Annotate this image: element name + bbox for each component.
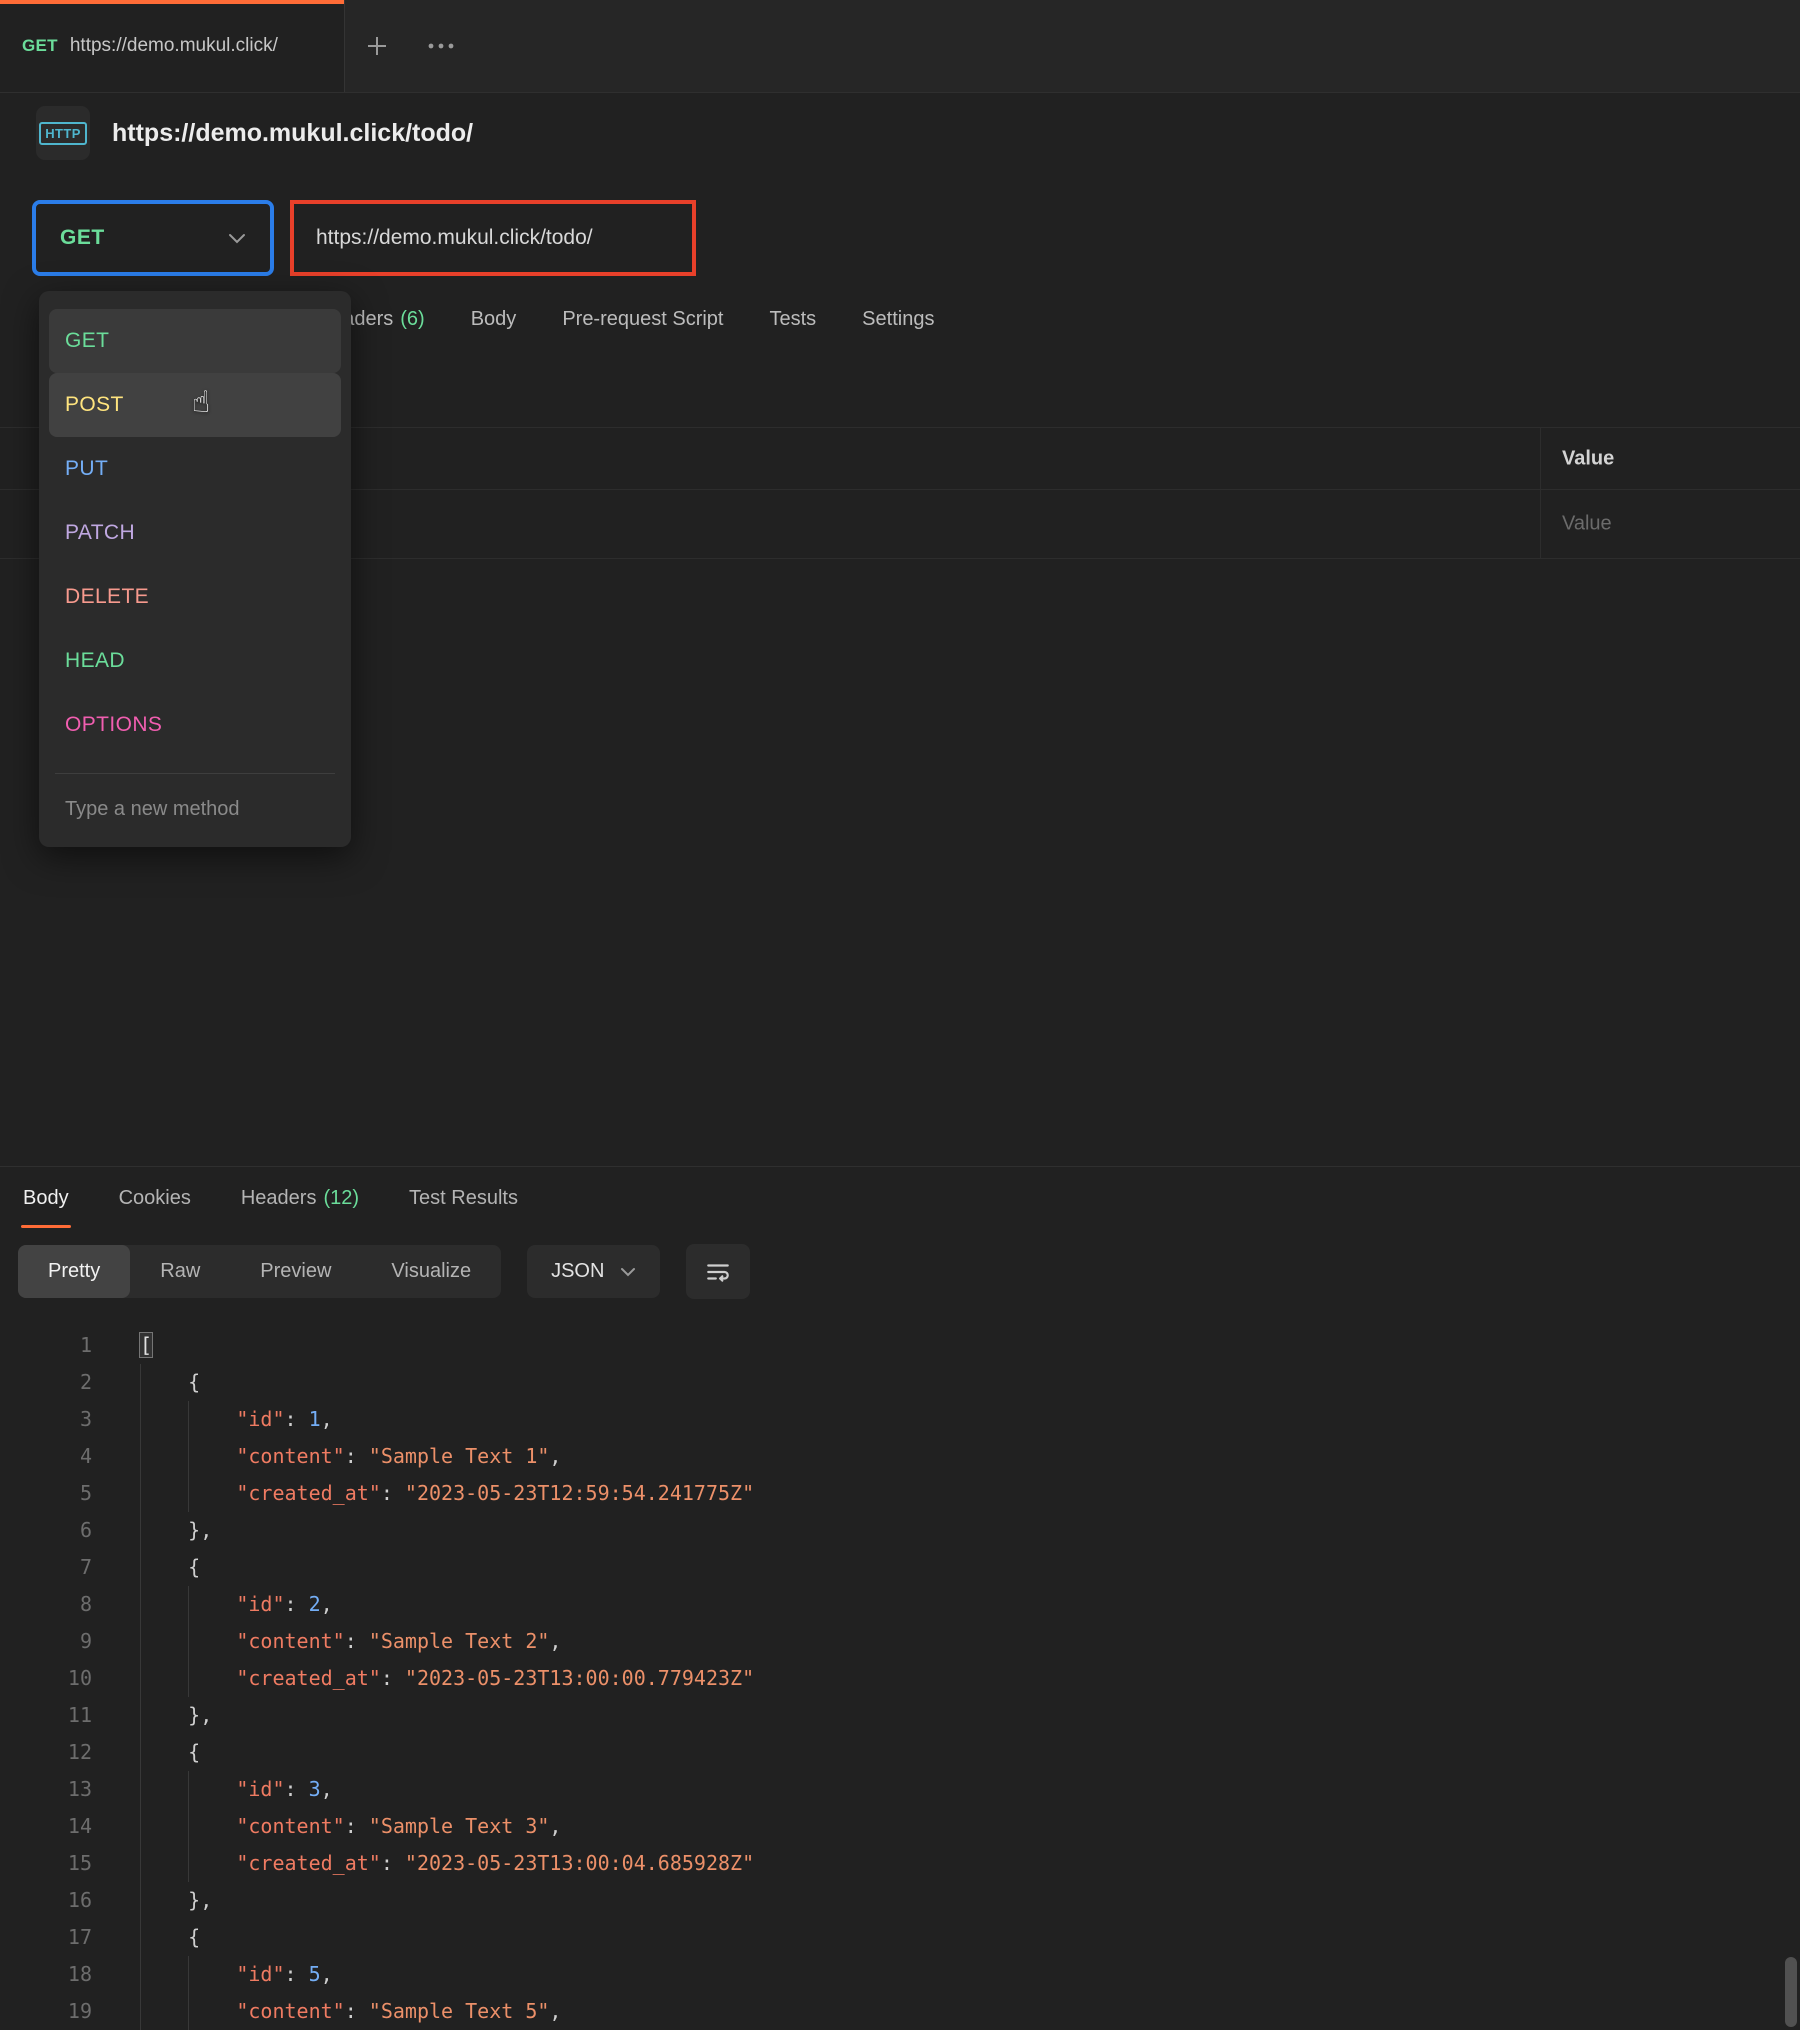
- view-mode-visualize[interactable]: Visualize: [361, 1245, 501, 1298]
- method-option-post[interactable]: POST☝: [49, 373, 341, 437]
- url-field-wrap: [290, 200, 1768, 276]
- code-line: 3 "id": 1,: [0, 1401, 1800, 1438]
- code-line: 18 "id": 5,: [0, 1956, 1800, 1993]
- response-tabs: Body Cookies Headers(12) Test Results: [21, 1177, 520, 1228]
- code-line: 9 "content": "Sample Text 2",: [0, 1623, 1800, 1660]
- plus-icon: [366, 35, 388, 57]
- wrap-text-button[interactable]: [686, 1244, 750, 1299]
- column-divider: [1540, 427, 1541, 558]
- scrollbar-thumb[interactable]: [1785, 1957, 1797, 2027]
- request-tab-settings[interactable]: Settings: [862, 302, 934, 337]
- chevron-down-icon: [620, 1267, 636, 1277]
- code-line: 5 "created_at": "2023-05-23T12:59:54.241…: [0, 1475, 1800, 1512]
- code-line: 10 "created_at": "2023-05-23T13:00:00.77…: [0, 1660, 1800, 1697]
- code-line: 1[: [0, 1327, 1800, 1364]
- method-option-get[interactable]: GET: [49, 309, 341, 373]
- response-panel: Body Cookies Headers(12) Test Results Prett…: [0, 1166, 1800, 2030]
- code-line: 8 "id": 2,: [0, 1586, 1800, 1623]
- code-line: 14 "content": "Sample Text 3",: [0, 1808, 1800, 1845]
- request-tab-pre-request-script[interactable]: Pre-request Script: [562, 302, 723, 337]
- new-method-input[interactable]: [39, 774, 351, 823]
- code-line: 15 "created_at": "2023-05-23T13:00:04.68…: [0, 1845, 1800, 1882]
- method-option-patch[interactable]: PATCH: [49, 501, 341, 565]
- tab-bar: GET https://demo.mukul.click/: [0, 0, 1800, 93]
- response-tab-test-results[interactable]: Test Results: [407, 1177, 520, 1228]
- chevron-down-icon: [228, 233, 246, 244]
- url-input[interactable]: [290, 200, 1768, 276]
- response-tab-headers[interactable]: Headers(12): [239, 1177, 361, 1228]
- request-tab-body[interactable]: Body: [471, 302, 517, 337]
- code-line: 17 {: [0, 1919, 1800, 1956]
- request-tab-tests[interactable]: Tests: [769, 302, 816, 337]
- code-line: 2 {: [0, 1364, 1800, 1401]
- http-badge-icon: HTTP: [36, 106, 90, 160]
- method-option-options[interactable]: OPTIONS: [49, 693, 341, 757]
- tab-method-badge: GET: [22, 36, 58, 56]
- method-option-put[interactable]: PUT: [49, 437, 341, 501]
- response-toolbar: PrettyRawPreviewVisualize JSON: [18, 1244, 750, 1299]
- more-options-icon: [426, 41, 456, 51]
- code-line: 4 "content": "Sample Text 1",: [0, 1438, 1800, 1475]
- method-select[interactable]: GET: [32, 200, 274, 276]
- tab-options-button[interactable]: [409, 0, 473, 92]
- code-line: 19 "content": "Sample Text 5",: [0, 1993, 1800, 2030]
- request-url-bar: GET: [32, 200, 1768, 276]
- method-menu-items: GETPOST☝PUTPATCHDELETEHEADOPTIONS: [39, 309, 351, 757]
- view-mode-pretty[interactable]: Pretty: [18, 1245, 130, 1298]
- response-body-code: 1[2 {3 "id": 1,4 "content": "Sample Text…: [0, 1327, 1800, 2030]
- view-mode-raw[interactable]: Raw: [130, 1245, 230, 1298]
- response-tab-body[interactable]: Body: [21, 1177, 71, 1228]
- method-menu: GETPOST☝PUTPATCHDELETEHEADOPTIONS: [39, 291, 351, 847]
- wrap-text-icon: [705, 1259, 731, 1285]
- view-mode-segmented-control: PrettyRawPreviewVisualize: [18, 1245, 501, 1298]
- code-line: 13 "id": 3,: [0, 1771, 1800, 1808]
- request-title: https://demo.mukul.click/todo/: [112, 119, 473, 148]
- format-select[interactable]: JSON: [527, 1245, 660, 1298]
- tab-title: https://demo.mukul.click/: [70, 35, 278, 57]
- response-tab-cookies[interactable]: Cookies: [117, 1177, 193, 1228]
- method-option-delete[interactable]: DELETE: [49, 565, 341, 629]
- code-line: 7 {: [0, 1549, 1800, 1586]
- cursor-icon: ☝: [192, 385, 211, 420]
- request-tab[interactable]: GET https://demo.mukul.click/: [0, 0, 345, 92]
- code-line: 16 },: [0, 1882, 1800, 1919]
- method-select-label: GET: [60, 226, 105, 250]
- new-tab-button[interactable]: [345, 0, 409, 92]
- method-option-head[interactable]: HEAD: [49, 629, 341, 693]
- value-column-header: Value: [1562, 447, 1614, 470]
- code-line: 6 },: [0, 1512, 1800, 1549]
- http-badge-label: HTTP: [39, 122, 87, 145]
- code-line: 12 {: [0, 1734, 1800, 1771]
- code-line: 11 },: [0, 1697, 1800, 1734]
- view-mode-preview[interactable]: Preview: [230, 1245, 361, 1298]
- format-select-label: JSON: [551, 1260, 604, 1283]
- request-header: HTTP https://demo.mukul.click/todo/: [36, 106, 473, 160]
- param-value-input[interactable]: Value: [1562, 512, 1612, 535]
